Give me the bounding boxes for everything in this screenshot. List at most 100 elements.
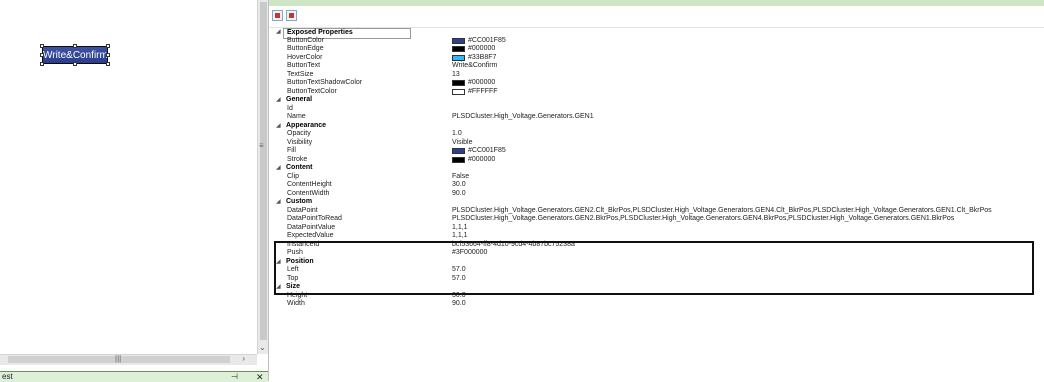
property-value[interactable]: PLSDCluster.High_Voltage.Generators.GEN1 <box>452 113 594 122</box>
category-size[interactable]: ◢ Size <box>269 283 1044 292</box>
properties-toolbar <box>269 6 1044 28</box>
collapse-icon[interactable]: ◢ <box>276 28 281 37</box>
property-name: Id <box>287 104 293 112</box>
color-hex-value: #000000 <box>468 79 496 86</box>
output-tab[interactable]: est ⊣ ✕ <box>0 371 268 382</box>
property-row-buttontext[interactable]: ButtonText Write&Confirm <box>269 62 1044 71</box>
property-row-id[interactable]: Id <box>269 105 1044 114</box>
color-swatch[interactable] <box>452 80 465 87</box>
collapse-icon[interactable]: ◢ <box>276 96 281 105</box>
category-custom[interactable]: ◢ Custom <box>269 198 1044 207</box>
collapse-icon[interactable]: ◢ <box>276 258 281 267</box>
resize-handle-ml[interactable] <box>40 53 44 57</box>
collapse-icon[interactable]: ◢ <box>276 164 281 173</box>
color-hex-value: #FFFFFF <box>468 87 498 95</box>
property-value[interactable]: #3F000000 <box>452 249 487 258</box>
property-name: Stroke <box>287 155 308 163</box>
property-row-instanceid[interactable]: InstanceId bcf53664-ff8-4d10-9cd4-4b87bc7… <box>269 241 1044 250</box>
category-position[interactable]: ◢ Position <box>269 258 1044 267</box>
property-row-hovercolor[interactable]: HoverColor #33B8F7 <box>269 54 1044 63</box>
property-row-name[interactable]: Name PLSDCluster.High_Voltage.Generators.… <box>269 113 1044 122</box>
property-name: ExpectedValue <box>287 232 334 239</box>
chevron-right-icon[interactable]: › <box>242 354 245 363</box>
property-value[interactable]: PLSDCluster.High_Voltage.Generators.GEN2… <box>452 215 954 224</box>
property-name: DataPoint <box>287 206 318 214</box>
categorized-view-button[interactable] <box>272 10 283 21</box>
category-general[interactable]: ◢ General <box>269 96 1044 105</box>
collapse-icon[interactable]: ◢ <box>276 283 281 292</box>
property-row-datapoint[interactable]: DataPoint PLSDCluster.High_Voltage.Genera… <box>269 207 1044 216</box>
property-row-stroke[interactable]: Stroke #000000 <box>269 156 1044 165</box>
property-name: Left <box>287 266 299 273</box>
property-row-textsize[interactable]: TextSize 13 <box>269 71 1044 80</box>
property-row-datapointvalue[interactable]: DataPointValue 1,1,1 <box>269 224 1044 233</box>
color-swatch[interactable] <box>452 156 465 163</box>
property-row-expectedvalue[interactable]: ExpectedValue 1,1,1 <box>269 232 1044 241</box>
property-value[interactable]: 30.0 <box>452 292 466 301</box>
resize-handle-br[interactable] <box>106 62 110 66</box>
property-row-buttoncolor[interactable]: ButtonColor #CC001F85 <box>269 37 1044 46</box>
property-value[interactable]: 13 <box>452 71 460 80</box>
property-row-buttonedge[interactable]: ButtonEdge #000000 <box>269 45 1044 54</box>
property-row-top[interactable]: Top 57.0 <box>269 275 1044 284</box>
property-row-datapointtoread[interactable]: DataPointToRead PLSDCluster.High_Voltage.… <box>269 215 1044 224</box>
horizontal-scrollbar[interactable]: ||| › <box>0 354 257 365</box>
collapse-icon[interactable]: ◢ <box>276 198 281 207</box>
resize-handle-mr[interactable] <box>106 53 110 57</box>
resize-handle-tl[interactable] <box>40 44 44 48</box>
category-exposed-properties[interactable]: ◢ Exposed Properties <box>269 28 1044 39</box>
property-name: Width <box>287 300 305 307</box>
property-row-push[interactable]: Push #3F000000 <box>269 249 1044 258</box>
category-label: General <box>286 96 313 103</box>
property-value[interactable]: 30.0 <box>452 181 466 190</box>
property-name: Clip <box>287 172 300 180</box>
property-value[interactable]: 90.0 <box>452 300 466 309</box>
resize-handle-tc[interactable] <box>73 44 77 48</box>
property-value[interactable]: 1.0 <box>452 130 462 139</box>
property-value[interactable]: False <box>452 173 469 182</box>
color-hex-value: #000000 <box>468 45 496 52</box>
property-name: ContentHeight <box>287 181 332 188</box>
resize-handle-tr[interactable] <box>106 44 110 48</box>
color-swatch[interactable] <box>452 148 465 155</box>
property-row-contentheight[interactable]: ContentHeight 30.0 <box>269 181 1044 190</box>
property-value[interactable]: bcf53664-ff8-4d10-9cd4-4b87bc75238a <box>452 241 575 250</box>
resize-handle-bc[interactable] <box>73 62 77 66</box>
property-value[interactable]: 1,1,1 <box>452 232 468 241</box>
category-label: Position <box>286 257 314 265</box>
resize-handle-bl[interactable] <box>40 62 44 66</box>
property-row-clip[interactable]: Clip False <box>269 173 1044 182</box>
color-swatch[interactable] <box>452 46 465 53</box>
alphabetical-view-button[interactable] <box>286 10 297 21</box>
property-row-width[interactable]: Width 90.0 <box>269 300 1044 309</box>
property-row-buttontextcolor[interactable]: ButtonTextColor #FFFFFF <box>269 88 1044 97</box>
color-hex-value: #33B8F7 <box>468 53 497 61</box>
property-row-fill[interactable]: Fill #CC001F85 <box>269 147 1044 156</box>
category-content[interactable]: ◢ Content <box>269 164 1044 173</box>
color-swatch[interactable] <box>452 88 465 95</box>
scroll-thumb[interactable] <box>260 2 267 340</box>
collapse-icon[interactable]: ◢ <box>276 122 281 131</box>
property-value[interactable]: Write&Confirm <box>452 62 497 71</box>
property-row-buttontextshadowcolor[interactable]: ButtonTextShadowColor #000000 <box>269 79 1044 88</box>
color-swatch[interactable] <box>452 54 465 61</box>
property-value[interactable]: Visible <box>452 139 473 148</box>
design-canvas[interactable]: Write&Confirm <box>0 0 257 381</box>
property-value[interactable]: 57.0 <box>452 266 466 275</box>
properties-panel: ◢ Exposed Properties ButtonColor #CC001F85 B… <box>268 0 1044 381</box>
category-appearance[interactable]: ◢ Appearance <box>269 122 1044 131</box>
category-label: Size <box>286 283 301 290</box>
color-hex-value: #CC001F85 <box>468 147 506 154</box>
property-name: Name <box>287 113 306 120</box>
property-row-opacity[interactable]: Opacity 1.0 <box>269 130 1044 139</box>
property-value[interactable]: 57.0 <box>452 275 466 284</box>
property-value[interactable]: PLSDCluster.High_Voltage.Generators.GEN2… <box>452 207 992 216</box>
property-row-contentwidth[interactable]: ContentWidth 90.0 <box>269 190 1044 199</box>
property-value[interactable]: 1,1,1 <box>452 224 468 233</box>
property-row-left[interactable]: Left 57.0 <box>269 266 1044 275</box>
color-swatch[interactable] <box>452 37 465 44</box>
property-row-height[interactable]: Height 30.0 <box>269 292 1044 301</box>
chevron-down-icon[interactable]: ⌄ <box>259 343 266 352</box>
property-row-visibility[interactable]: Visibility Visible <box>269 139 1044 148</box>
property-value[interactable]: 90.0 <box>452 190 466 199</box>
